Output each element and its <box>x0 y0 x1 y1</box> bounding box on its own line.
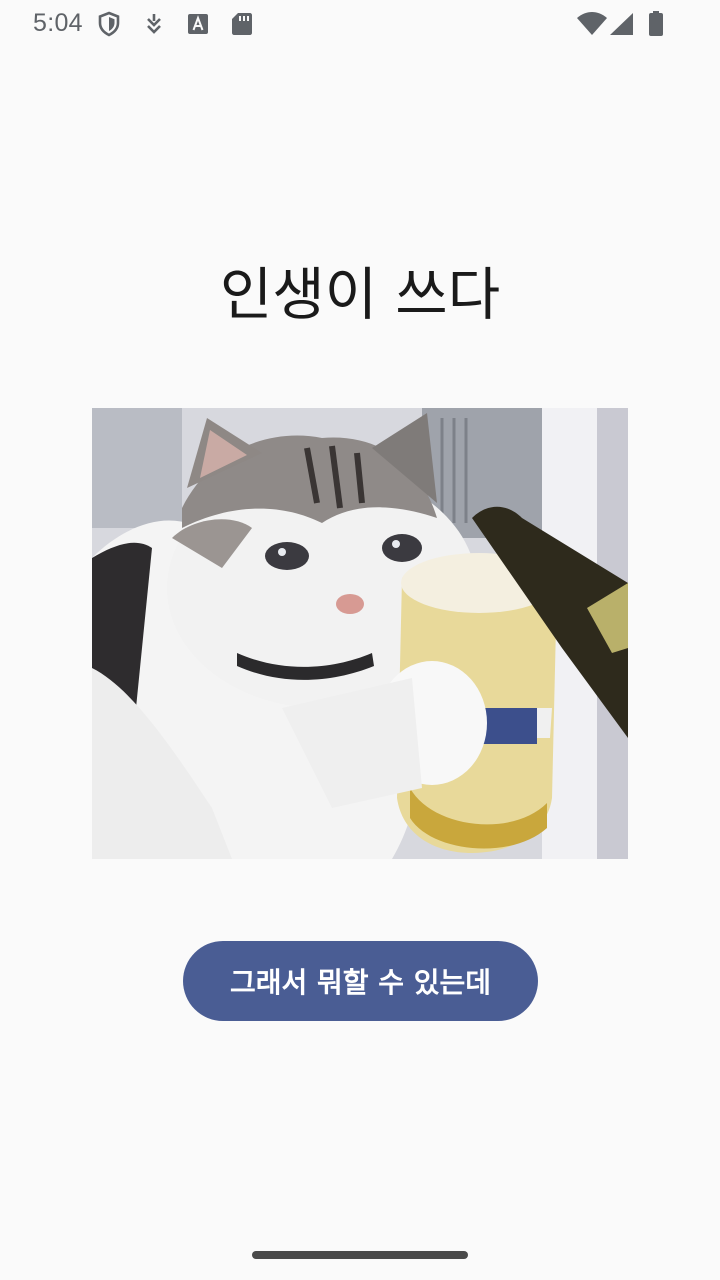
cat-with-beer-image <box>92 408 628 859</box>
wifi-icon <box>576 10 608 38</box>
gesture-nav-bar[interactable] <box>252 1251 468 1259</box>
signal-icon <box>607 10 635 38</box>
shield-icon <box>95 10 123 38</box>
font-a-icon <box>184 10 212 38</box>
download-icon <box>140 10 168 38</box>
battery-icon <box>643 10 671 38</box>
page-title: 인생이 쓰다 <box>219 262 501 328</box>
status-time: 5:04 <box>33 9 83 37</box>
action-button[interactable]: 그래서 뭐할 수 있는데 <box>183 941 538 1021</box>
sd-card-icon <box>228 10 256 38</box>
status-bar: 5:04 <box>0 0 720 48</box>
